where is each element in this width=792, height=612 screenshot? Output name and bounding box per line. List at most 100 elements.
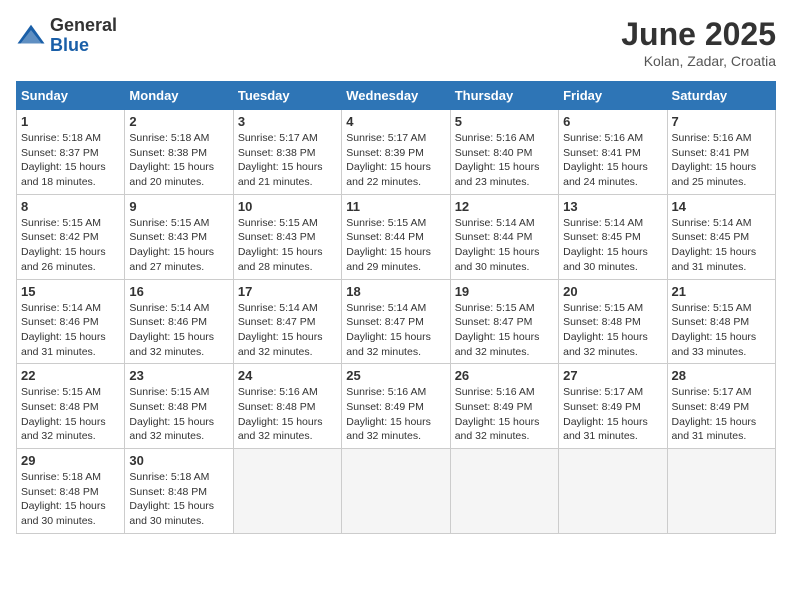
day-number: 30 xyxy=(129,453,228,468)
calendar-cell: 28 Sunrise: 5:17 AMSunset: 8:49 PMDayligh… xyxy=(667,364,775,449)
weekday-row: SundayMondayTuesdayWednesdayThursdayFrid… xyxy=(17,82,776,110)
calendar-cell: 10 Sunrise: 5:15 AMSunset: 8:43 PMDayligh… xyxy=(233,194,341,279)
day-info: Sunrise: 5:18 AMSunset: 8:48 PMDaylight:… xyxy=(129,470,228,529)
calendar-week-row: 1 Sunrise: 5:18 AMSunset: 8:37 PMDaylight… xyxy=(17,110,776,195)
calendar-cell: 9 Sunrise: 5:15 AMSunset: 8:43 PMDaylight… xyxy=(125,194,233,279)
calendar-cell: 24 Sunrise: 5:16 AMSunset: 8:48 PMDayligh… xyxy=(233,364,341,449)
day-info: Sunrise: 5:16 AMSunset: 8:49 PMDaylight:… xyxy=(346,385,445,444)
day-info: Sunrise: 5:16 AMSunset: 8:48 PMDaylight:… xyxy=(238,385,337,444)
logo: General Blue xyxy=(16,16,117,56)
day-number: 25 xyxy=(346,368,445,383)
day-number: 18 xyxy=(346,284,445,299)
day-info: Sunrise: 5:14 AMSunset: 8:47 PMDaylight:… xyxy=(346,301,445,360)
calendar-cell: 23 Sunrise: 5:15 AMSunset: 8:48 PMDayligh… xyxy=(125,364,233,449)
day-number: 19 xyxy=(455,284,554,299)
day-number: 5 xyxy=(455,114,554,129)
day-info: Sunrise: 5:15 AMSunset: 8:47 PMDaylight:… xyxy=(455,301,554,360)
day-info: Sunrise: 5:14 AMSunset: 8:46 PMDaylight:… xyxy=(129,301,228,360)
day-number: 29 xyxy=(21,453,120,468)
calendar-cell: 16Sunrise: 5:14 AMSunset: 8:46 PMDayligh… xyxy=(125,279,233,364)
calendar-cell: 15 Sunrise: 5:14 AMSunset: 8:46 PMDayligh… xyxy=(17,279,125,364)
day-number: 3 xyxy=(238,114,337,129)
day-number: 14 xyxy=(672,199,771,214)
calendar-cell: 18 Sunrise: 5:14 AMSunset: 8:47 PMDayligh… xyxy=(342,279,450,364)
day-number: 17 xyxy=(238,284,337,299)
day-info: Sunrise: 5:15 AMSunset: 8:48 PMDaylight:… xyxy=(21,385,120,444)
day-number: 28 xyxy=(672,368,771,383)
calendar-cell xyxy=(559,449,667,534)
calendar-cell: 17 Sunrise: 5:14 AMSunset: 8:47 PMDayligh… xyxy=(233,279,341,364)
day-info: Sunrise: 5:16 AMSunset: 8:49 PMDaylight:… xyxy=(455,385,554,444)
calendar-cell xyxy=(667,449,775,534)
calendar-cell: 8Sunrise: 5:15 AMSunset: 8:42 PMDaylight… xyxy=(17,194,125,279)
day-info: Sunrise: 5:17 AMSunset: 8:39 PMDaylight:… xyxy=(346,131,445,190)
calendar-cell: 27Sunrise: 5:17 AMSunset: 8:49 PMDayligh… xyxy=(559,364,667,449)
calendar-cell: 26 Sunrise: 5:16 AMSunset: 8:49 PMDayligh… xyxy=(450,364,558,449)
weekday-header: Wednesday xyxy=(342,82,450,110)
day-number: 6 xyxy=(563,114,662,129)
day-number: 20 xyxy=(563,284,662,299)
logo-blue: Blue xyxy=(50,36,117,56)
day-info: Sunrise: 5:18 AMSunset: 8:48 PMDaylight:… xyxy=(21,470,120,529)
day-number: 9 xyxy=(129,199,228,214)
day-number: 7 xyxy=(672,114,771,129)
day-number: 26 xyxy=(455,368,554,383)
logo-text: General Blue xyxy=(50,16,117,56)
calendar-body: 1 Sunrise: 5:18 AMSunset: 8:37 PMDaylight… xyxy=(17,110,776,534)
calendar-cell: 19 Sunrise: 5:15 AMSunset: 8:47 PMDayligh… xyxy=(450,279,558,364)
day-info: Sunrise: 5:14 AMSunset: 8:46 PMDaylight:… xyxy=(21,301,120,360)
title-block: June 2025 Kolan, Zadar, Croatia xyxy=(621,16,776,69)
calendar-cell: 12Sunrise: 5:14 AMSunset: 8:44 PMDayligh… xyxy=(450,194,558,279)
calendar-cell xyxy=(450,449,558,534)
calendar-cell: 13Sunrise: 5:14 AMSunset: 8:45 PMDayligh… xyxy=(559,194,667,279)
day-number: 13 xyxy=(563,199,662,214)
day-info: Sunrise: 5:14 AMSunset: 8:45 PMDaylight:… xyxy=(672,216,771,275)
calendar-cell: 22 Sunrise: 5:15 AMSunset: 8:48 PMDayligh… xyxy=(17,364,125,449)
day-info: Sunrise: 5:17 AMSunset: 8:49 PMDaylight:… xyxy=(672,385,771,444)
day-info: Sunrise: 5:18 AMSunset: 8:37 PMDaylight:… xyxy=(21,131,120,190)
day-number: 23 xyxy=(129,368,228,383)
weekday-header: Monday xyxy=(125,82,233,110)
day-number: 4 xyxy=(346,114,445,129)
weekday-header: Sunday xyxy=(17,82,125,110)
day-info: Sunrise: 5:15 AMSunset: 8:48 PMDaylight:… xyxy=(129,385,228,444)
calendar-cell: 14 Sunrise: 5:14 AMSunset: 8:45 PMDayligh… xyxy=(667,194,775,279)
day-info: Sunrise: 5:15 AMSunset: 8:48 PMDaylight:… xyxy=(672,301,771,360)
calendar-cell: 2Sunrise: 5:18 AMSunset: 8:38 PMDaylight… xyxy=(125,110,233,195)
day-number: 10 xyxy=(238,199,337,214)
logo-icon xyxy=(16,21,46,51)
day-info: Sunrise: 5:15 AMSunset: 8:42 PMDaylight:… xyxy=(21,216,120,275)
day-number: 22 xyxy=(21,368,120,383)
calendar-cell: 3Sunrise: 5:17 AMSunset: 8:38 PMDaylight… xyxy=(233,110,341,195)
day-number: 21 xyxy=(672,284,771,299)
day-info: Sunrise: 5:16 AMSunset: 8:41 PMDaylight:… xyxy=(672,131,771,190)
calendar-subtitle: Kolan, Zadar, Croatia xyxy=(621,53,776,69)
calendar-week-row: 29 Sunrise: 5:18 AMSunset: 8:48 PMDayligh… xyxy=(17,449,776,534)
calendar-cell xyxy=(342,449,450,534)
calendar-cell: 30 Sunrise: 5:18 AMSunset: 8:48 PMDayligh… xyxy=(125,449,233,534)
day-info: Sunrise: 5:14 AMSunset: 8:47 PMDaylight:… xyxy=(238,301,337,360)
calendar-cell: 20 Sunrise: 5:15 AMSunset: 8:48 PMDayligh… xyxy=(559,279,667,364)
day-info: Sunrise: 5:15 AMSunset: 8:43 PMDaylight:… xyxy=(129,216,228,275)
page-header: General Blue June 2025 Kolan, Zadar, Cro… xyxy=(16,16,776,69)
day-info: Sunrise: 5:15 AMSunset: 8:48 PMDaylight:… xyxy=(563,301,662,360)
calendar-cell: 25 Sunrise: 5:16 AMSunset: 8:49 PMDayligh… xyxy=(342,364,450,449)
day-info: Sunrise: 5:16 AMSunset: 8:40 PMDaylight:… xyxy=(455,131,554,190)
logo-general: General xyxy=(50,16,117,36)
day-number: 15 xyxy=(21,284,120,299)
calendar-cell: 29 Sunrise: 5:18 AMSunset: 8:48 PMDayligh… xyxy=(17,449,125,534)
calendar-cell: 7 Sunrise: 5:16 AMSunset: 8:41 PMDaylight… xyxy=(667,110,775,195)
calendar-week-row: 15 Sunrise: 5:14 AMSunset: 8:46 PMDayligh… xyxy=(17,279,776,364)
calendar-week-row: 22 Sunrise: 5:15 AMSunset: 8:48 PMDayligh… xyxy=(17,364,776,449)
calendar-cell: 1 Sunrise: 5:18 AMSunset: 8:37 PMDaylight… xyxy=(17,110,125,195)
calendar-cell xyxy=(233,449,341,534)
calendar-title: June 2025 xyxy=(621,16,776,53)
weekday-header: Thursday xyxy=(450,82,558,110)
calendar-cell: 11Sunrise: 5:15 AMSunset: 8:44 PMDayligh… xyxy=(342,194,450,279)
day-number: 1 xyxy=(21,114,120,129)
day-number: 2 xyxy=(129,114,228,129)
day-info: Sunrise: 5:15 AMSunset: 8:43 PMDaylight:… xyxy=(238,216,337,275)
day-number: 24 xyxy=(238,368,337,383)
day-number: 12 xyxy=(455,199,554,214)
calendar-table: SundayMondayTuesdayWednesdayThursdayFrid… xyxy=(16,81,776,534)
